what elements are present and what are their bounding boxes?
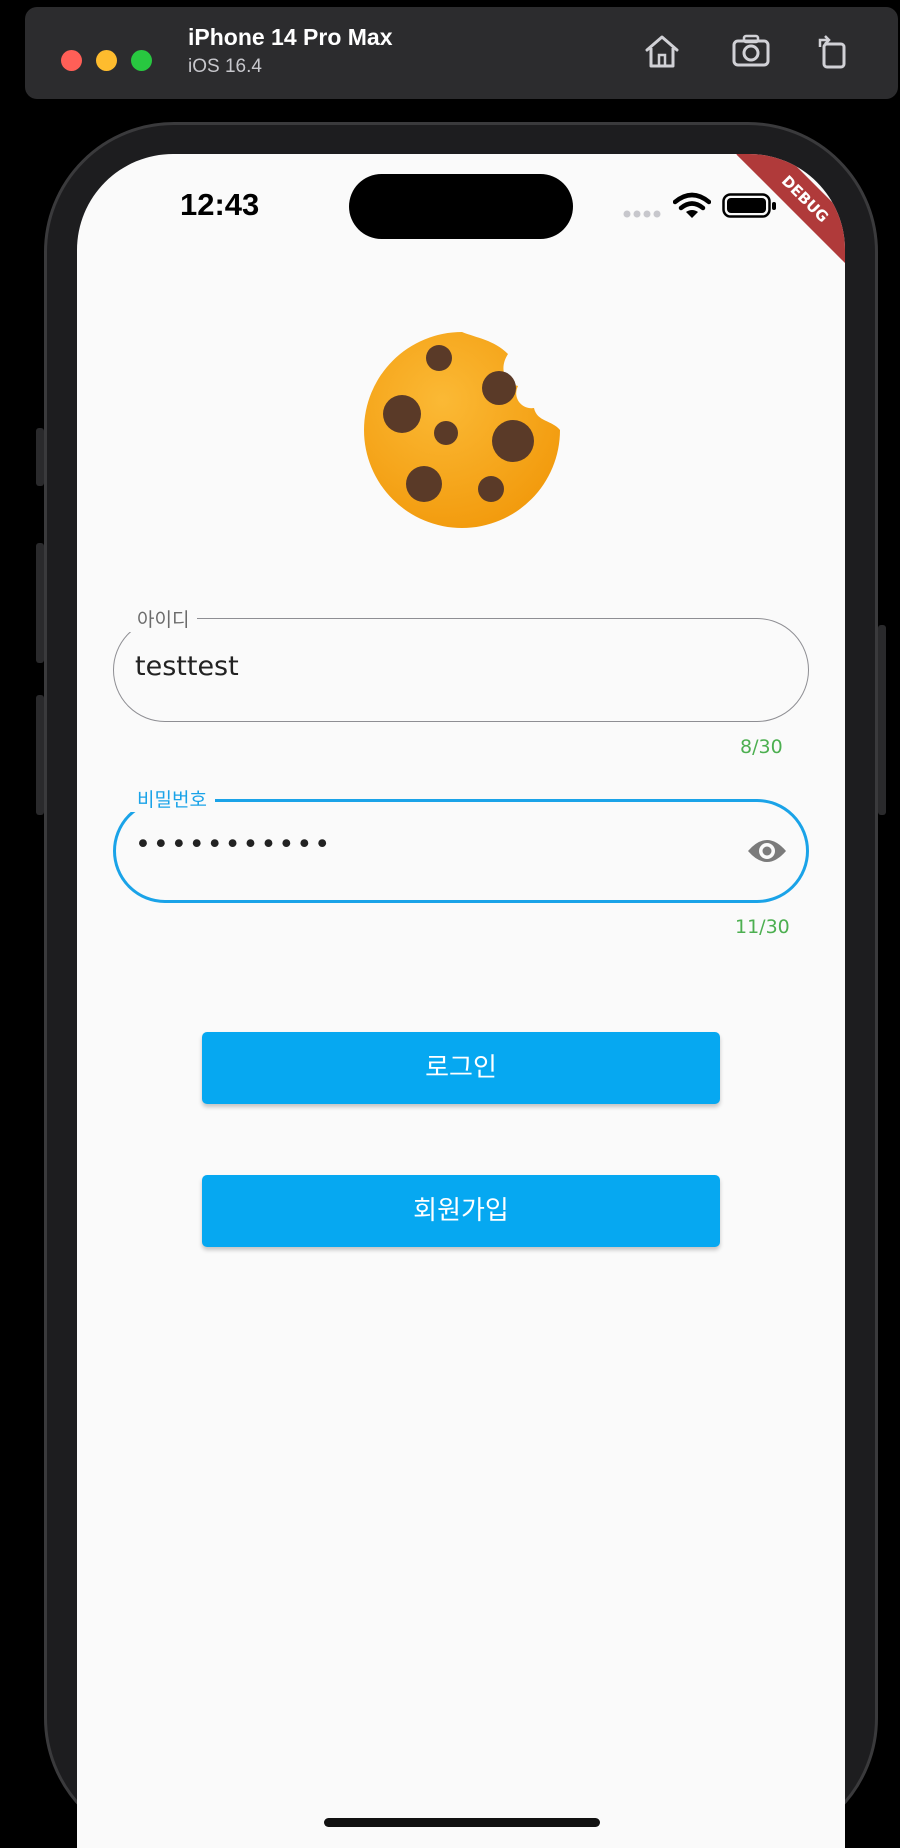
id-field-label: 아이디 [129,605,198,632]
home-icon[interactable] [641,30,683,72]
login-button[interactable]: 로그인 [202,1032,720,1104]
visibility-toggle-icon[interactable] [746,835,788,867]
status-time: 12:43 [180,187,260,222]
wifi-icon [673,192,711,218]
side-button [36,543,44,663]
os-version: iOS 16.4 [188,56,262,77]
password-input-value[interactable]: ••••••••••• [135,829,332,860]
screenshot-icon[interactable] [730,30,772,72]
password-char-counter: 11/30 [735,916,790,938]
minimize-window-button[interactable] [96,50,117,71]
app-screen: 12:43 DEBUG 아이디 testtest 8/30 비밀번호 •••••… [77,154,845,1848]
dynamic-island [349,174,573,239]
id-char-counter: 8/30 [740,736,783,758]
id-input-value[interactable]: testtest [135,651,239,682]
signal-icon [623,210,661,218]
cookie-icon [364,332,560,528]
side-button [36,695,44,815]
battery-icon [722,193,776,218]
zoom-window-button[interactable] [131,50,152,71]
password-field-label: 비밀번호 [129,785,215,812]
side-button [878,625,886,815]
signup-button[interactable]: 회원가입 [202,1175,720,1247]
side-button [36,428,44,486]
device-name: iPhone 14 Pro Max [188,24,393,50]
home-indicator[interactable] [324,1818,600,1827]
close-window-button[interactable] [61,50,82,71]
rotate-icon[interactable] [812,30,854,72]
